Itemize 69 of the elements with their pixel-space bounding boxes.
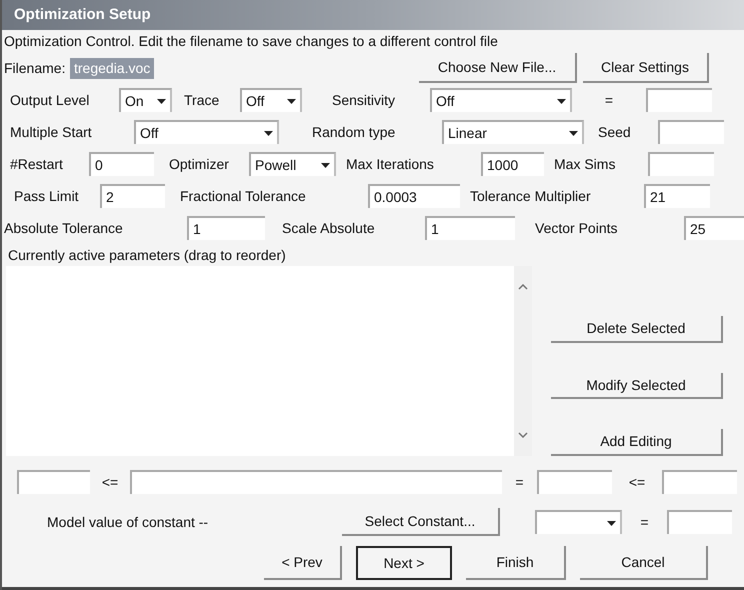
input-field[interactable]: 21 <box>644 184 710 208</box>
field-label: = <box>639 512 650 532</box>
input-field[interactable]: 0.0003 <box>368 184 460 208</box>
input-field[interactable]: 1000 <box>481 152 544 176</box>
field-label: Tolerance Multiplier <box>469 186 592 206</box>
input-field[interactable] <box>130 470 502 494</box>
select-constant-button[interactable]: Select Constant... <box>342 508 500 536</box>
field-label: Vector Points <box>534 218 618 238</box>
field-label: = <box>604 90 614 110</box>
scrollbar[interactable] <box>514 266 532 456</box>
field-label: <= <box>628 472 646 492</box>
input-field[interactable] <box>17 470 90 494</box>
field-label: #Restart <box>9 154 64 174</box>
input-field[interactable] <box>662 470 737 494</box>
description-text: Optimization Control. Edit the filename to save changes to a different control file <box>4 32 498 51</box>
dropdown[interactable]: Off <box>240 88 302 112</box>
input-field[interactable]: 1 <box>187 216 265 240</box>
input-field[interactable]: 25 <box>684 216 744 240</box>
field-label: Trace <box>183 90 220 110</box>
caret-icon <box>569 130 578 136</box>
field-label: Random type <box>311 122 396 142</box>
file-button[interactable]: Choose New File... <box>419 53 577 83</box>
file-button[interactable]: Clear Settings <box>583 53 709 83</box>
input-field[interactable] <box>667 510 732 534</box>
field-label: Scale Absolute <box>281 218 376 238</box>
input-field[interactable] <box>646 88 712 112</box>
dropdown[interactable]: Off <box>134 120 279 144</box>
field-label: Seed <box>597 122 632 142</box>
list-action-button[interactable]: Add Editing <box>551 429 723 456</box>
dropdown[interactable]: Linear <box>442 120 584 144</box>
field-label: Pass Limit <box>13 186 80 206</box>
nav-button[interactable]: Next > <box>356 546 452 580</box>
field-label: Max Sims <box>553 154 616 174</box>
nav-button[interactable]: Finish <box>466 546 566 580</box>
field-label: Fractional Tolerance <box>179 186 307 206</box>
input-field[interactable]: 2 <box>100 184 165 208</box>
scroll-down-icon[interactable] <box>518 432 528 438</box>
field-label: Output Level <box>9 90 90 110</box>
dropdown[interactable]: Off <box>430 88 572 112</box>
caret-icon <box>157 98 166 104</box>
input-field[interactable]: 1 <box>425 216 515 240</box>
input-field[interactable]: 0 <box>89 152 154 176</box>
caret-icon <box>321 162 330 168</box>
field-label: Optimizer <box>168 154 230 174</box>
field-label: Multiple Start <box>9 122 93 142</box>
caret-icon <box>287 98 296 104</box>
list-action-button[interactable]: Delete Selected <box>551 316 723 343</box>
filename-label: Filename: <box>3 58 66 78</box>
dropdown[interactable] <box>535 510 622 534</box>
field-label: Max Iterations <box>345 154 435 174</box>
scroll-up-icon[interactable] <box>518 284 528 290</box>
list-action-button[interactable]: Modify Selected <box>551 372 723 400</box>
caret-icon <box>557 98 566 104</box>
nav-button[interactable]: < Prev <box>264 546 342 580</box>
dropdown[interactable]: On <box>119 88 172 112</box>
window-title: Optimization Setup <box>14 4 151 25</box>
dropdown[interactable]: Powell <box>249 152 336 176</box>
parameters-label: Currently active parameters (drag to reorder) <box>8 246 286 265</box>
nav-button[interactable]: Cancel <box>580 546 708 580</box>
caret-icon <box>264 130 273 136</box>
field-label: Absolute Tolerance <box>3 218 124 238</box>
field-label: Model value of constant -- <box>46 512 210 532</box>
field-label: <= <box>100 472 120 492</box>
field-label: Sensitivity <box>331 90 396 110</box>
input-field[interactable] <box>658 120 724 144</box>
field-label: = <box>514 472 525 492</box>
caret-icon <box>607 520 616 526</box>
input-field[interactable] <box>648 152 714 176</box>
input-field[interactable] <box>537 470 612 494</box>
